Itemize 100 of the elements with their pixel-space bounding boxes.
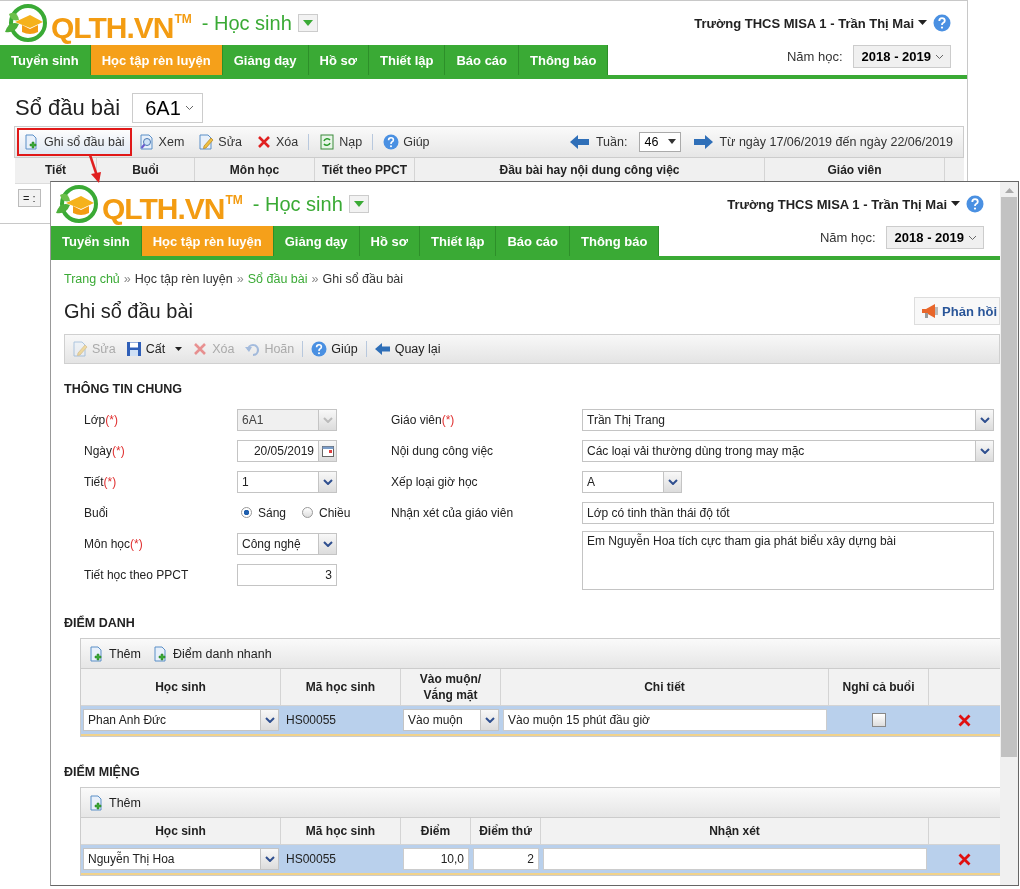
scrollbar[interactable] bbox=[1000, 182, 1018, 885]
chevron-icon bbox=[968, 234, 977, 241]
order-field[interactable]: 2 bbox=[473, 848, 539, 870]
role-label: - Học sinh bbox=[201, 11, 292, 35]
breadcrumb-separator: » bbox=[311, 272, 319, 286]
toolbar-button[interactable]: Ghi sổ đầu bài bbox=[17, 128, 132, 156]
triangle-icon bbox=[352, 200, 365, 208]
detail-field[interactable]: Vào muộn 15 phút đầu giờ bbox=[503, 709, 827, 731]
week-label: Tuần: bbox=[595, 135, 628, 149]
caret-icon[interactable] bbox=[918, 20, 927, 26]
logo-icon bbox=[3, 2, 49, 44]
date-field[interactable]: 20/05/2019 bbox=[237, 439, 337, 462]
student-dropdown[interactable]: Phan Anh Đức bbox=[83, 709, 279, 731]
table-row[interactable]: Phan Anh Đức HS00055 Vào muộn Vào muộn 15 phút đầu giờ bbox=[81, 706, 1000, 736]
triangle-icon bbox=[668, 139, 677, 145]
add-button[interactable]: Thêm bbox=[85, 645, 145, 662]
scroll-up-icon[interactable] bbox=[1004, 188, 1014, 193]
status-dropdown[interactable]: Vào muộn bbox=[403, 709, 499, 731]
column-header: Điểm bbox=[401, 818, 471, 844]
comment-area[interactable]: Em Nguyễn Hoa tích cực tham gia phát biểu xây dựng bài bbox=[582, 531, 994, 590]
number-field[interactable]: 3 bbox=[237, 563, 337, 586]
chevron-icon bbox=[484, 717, 495, 723]
student-dropdown[interactable]: Nguyễn Thị Hoa bbox=[83, 848, 279, 870]
field-label: Tiết học theo PPCT bbox=[84, 567, 190, 582]
dropdown-field[interactable]: Các loại vải thường dùng trong may mặc bbox=[582, 439, 994, 462]
radio-button[interactable] bbox=[302, 507, 314, 518]
cross-icon bbox=[192, 341, 209, 357]
logo-icon bbox=[54, 183, 100, 225]
chevron-icon bbox=[264, 856, 275, 862]
add-button[interactable]: Thêm bbox=[85, 794, 145, 811]
filter-operator[interactable]: = : bbox=[18, 189, 41, 207]
dropdown-field[interactable]: A bbox=[582, 470, 682, 493]
caret-icon[interactable] bbox=[951, 201, 960, 207]
text-field[interactable]: Lớp có tinh thần thái độ tốt bbox=[582, 501, 994, 524]
toolbar-button[interactable]: Nạp bbox=[312, 128, 370, 156]
role-label: - Học sinh bbox=[252, 192, 343, 216]
field-label: Giáo viên(*) bbox=[391, 412, 456, 427]
field-label: Tiết(*) bbox=[84, 474, 118, 489]
undo-arrow-icon bbox=[244, 341, 261, 357]
radio-label[interactable]: Sáng bbox=[258, 505, 287, 520]
toolbar-button[interactable]: Xem bbox=[131, 128, 192, 156]
chevron-icon bbox=[264, 717, 275, 723]
toolbar-button[interactable]: Cất bbox=[120, 341, 188, 357]
column-header: Nghỉ cả buổi bbox=[829, 669, 929, 705]
radio-button[interactable] bbox=[241, 507, 252, 518]
breadcrumb: Học tập rèn luyện bbox=[134, 272, 233, 286]
left-arrow-icon[interactable] bbox=[569, 135, 590, 149]
chevron-icon bbox=[322, 540, 333, 547]
chevron-icon bbox=[935, 53, 944, 60]
user-menu[interactable]: Trường THCS MISA 1 - Trần Thị Mai bbox=[727, 196, 947, 212]
breadcrumb-separator: » bbox=[236, 272, 244, 286]
role-dropdown[interactable] bbox=[348, 195, 369, 213]
school-year-select[interactable]: 2018 - 2019 bbox=[885, 226, 984, 249]
school-year-select[interactable]: 2018 - 2019 bbox=[852, 45, 951, 68]
chevron-icon bbox=[184, 105, 194, 111]
dropdown-field[interactable]: 1 bbox=[237, 470, 337, 493]
column-header: Học sinh bbox=[81, 818, 281, 844]
week-select[interactable]: 46 bbox=[639, 132, 682, 152]
right-arrow-icon[interactable] bbox=[693, 135, 714, 149]
toolbar-button[interactable]: Giúp bbox=[306, 341, 363, 357]
breadcrumb-separator: » bbox=[123, 272, 131, 286]
column-header: Học sinh bbox=[81, 669, 281, 705]
dropdown-field[interactable]: Công nghệ bbox=[237, 532, 337, 555]
table-cell-text: HS00055 bbox=[285, 852, 337, 866]
toolbar-button[interactable]: Sửa bbox=[191, 128, 249, 156]
comment-field[interactable] bbox=[543, 848, 927, 870]
date-range: Từ ngày 17/06/2019 đến ngày 22/06/2019 bbox=[719, 135, 953, 149]
delete-icon[interactable] bbox=[958, 852, 971, 866]
column-header: Mã học sinh bbox=[281, 818, 401, 844]
add-button[interactable]: Điểm danh nhanh bbox=[148, 645, 276, 662]
column-header: Mã học sinh bbox=[281, 669, 401, 705]
field-label: Ngày(*) bbox=[84, 443, 126, 458]
field-label: Nhận xét của giáo viên bbox=[391, 505, 515, 520]
help-icon[interactable] bbox=[933, 14, 951, 32]
user-menu[interactable]: Trường THCS MISA 1 - Trần Thị Mai bbox=[694, 15, 914, 31]
calendar-icon bbox=[321, 444, 334, 457]
chevron-icon bbox=[979, 447, 990, 454]
field-label: Buổi bbox=[84, 505, 110, 520]
role-dropdown[interactable] bbox=[297, 14, 318, 32]
help-icon bbox=[311, 341, 328, 357]
feedback-button[interactable]: Phản hồi bbox=[914, 297, 1000, 325]
chevron-icon bbox=[322, 478, 333, 485]
radio-label[interactable]: Chiều bbox=[319, 505, 351, 520]
toolbar-button[interactable]: Quay lại bbox=[369, 341, 446, 357]
help-icon bbox=[383, 134, 400, 150]
checkbox[interactable] bbox=[872, 713, 886, 727]
refresh-icon bbox=[319, 134, 336, 150]
dropdown-field[interactable]: Trần Thị Trang bbox=[582, 408, 994, 431]
class-select[interactable]: 6A1 bbox=[132, 93, 203, 123]
score-field[interactable]: 10,0 bbox=[403, 848, 469, 870]
triangle-icon bbox=[301, 19, 314, 27]
page-title: Sổ đầu bài bbox=[15, 95, 121, 121]
toolbar-button[interactable]: Xóa bbox=[249, 128, 306, 156]
add-document-icon bbox=[152, 645, 169, 662]
chevron-icon bbox=[979, 416, 990, 423]
help-icon[interactable] bbox=[966, 195, 984, 213]
add-document-icon bbox=[89, 645, 105, 662]
delete-icon[interactable] bbox=[958, 713, 971, 727]
toolbar-button[interactable]: Giúp bbox=[376, 128, 437, 156]
table-row[interactable]: Nguyễn Thị Hoa HS00055 10,0 2 bbox=[81, 845, 1000, 875]
